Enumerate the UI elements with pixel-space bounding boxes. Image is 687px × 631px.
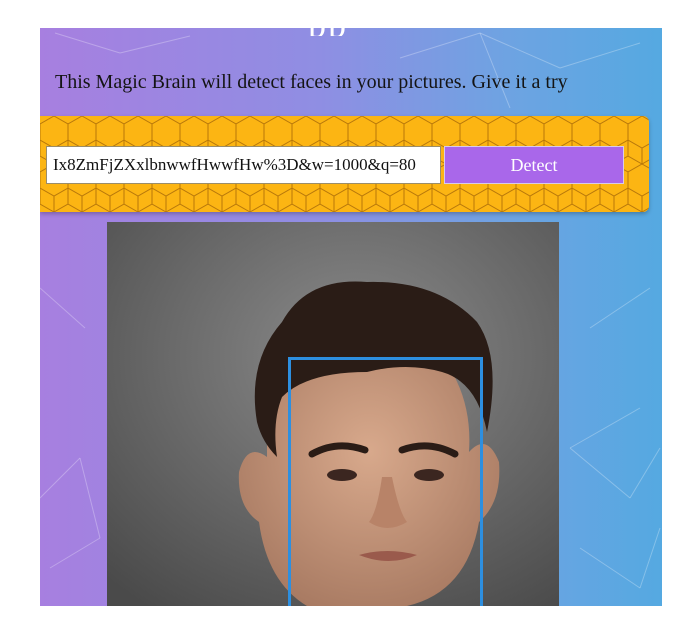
face-bounding-box — [288, 357, 483, 606]
page-title: pp — [308, 28, 348, 36]
instructions-text: This Magic Brain will detect faces in yo… — [55, 71, 568, 93]
url-form-panel: Detect — [40, 116, 649, 212]
app-background: pp This Magic Brain will detect faces in… — [40, 28, 662, 606]
face-image-container — [107, 222, 559, 606]
image-url-input[interactable] — [46, 146, 441, 184]
detect-button[interactable]: Detect — [444, 146, 624, 184]
